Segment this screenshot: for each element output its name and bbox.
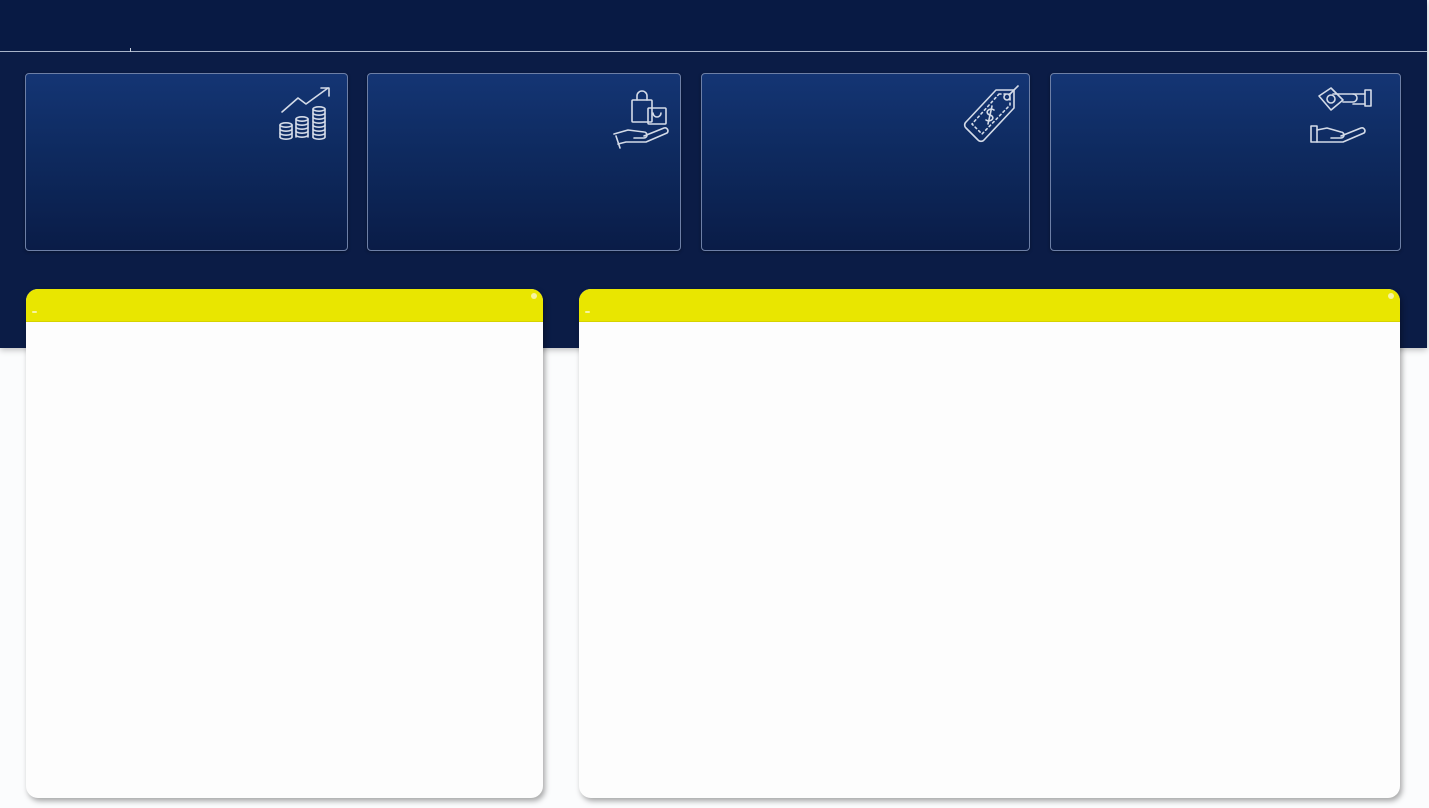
kpi-card-1 — [25, 73, 348, 251]
kpi-card-4 — [1050, 73, 1401, 251]
panel-header — [579, 289, 1400, 322]
top-bar — [0, 0, 1427, 52]
panel-body — [26, 322, 543, 798]
panel-header — [26, 289, 543, 322]
price-tag-icon — [960, 84, 1024, 148]
chart-panel-right — [579, 289, 1400, 798]
dashboard-page — [0, 0, 1429, 808]
shopping-bag-hand-icon — [610, 86, 674, 150]
kpi-card-3 — [701, 73, 1030, 251]
top-bar-divider — [130, 48, 131, 52]
money-handshake-icon — [1309, 84, 1373, 148]
chart-panel-left — [26, 289, 543, 798]
growth-coins-icon — [276, 84, 340, 148]
panel-body — [579, 322, 1400, 798]
kpi-card-2 — [367, 73, 681, 251]
